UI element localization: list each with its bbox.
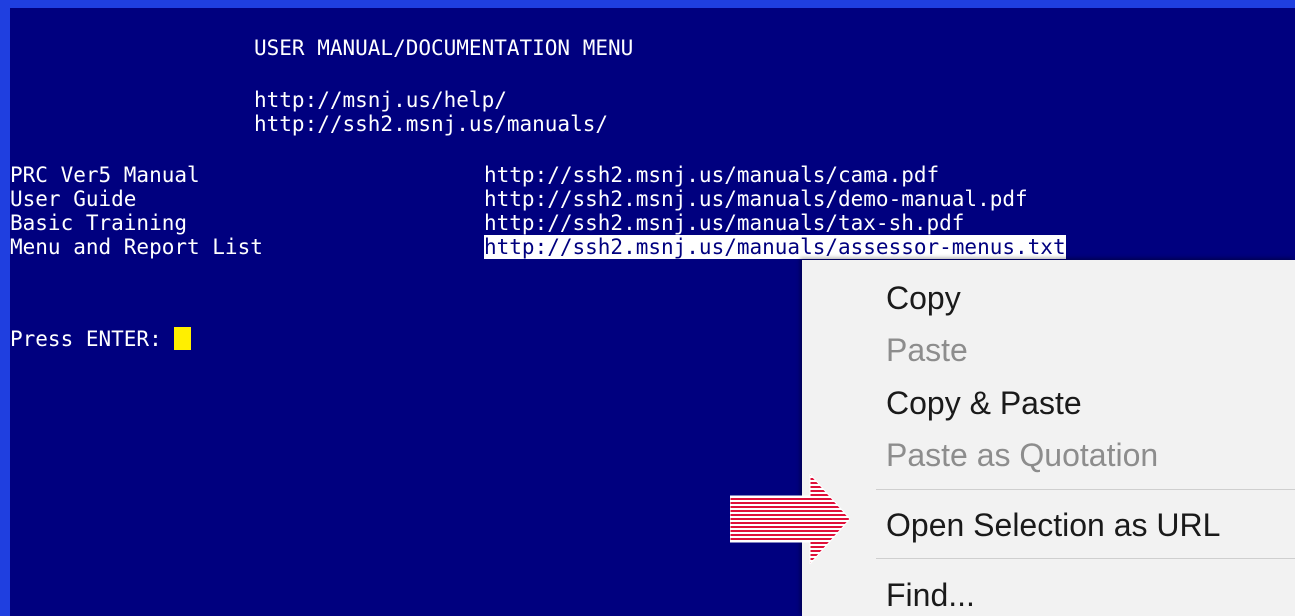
enter-prompt-label: Press ENTER: bbox=[10, 327, 175, 351]
menu-separator bbox=[876, 489, 1295, 490]
entry-url-basic-training: http://ssh2.msnj.us/manuals/tax-sh.pdf bbox=[484, 211, 965, 235]
menu-title: USER MANUAL/DOCUMENTATION MENU bbox=[254, 36, 634, 60]
entry-label-menu-report-list: Menu and Report List bbox=[10, 235, 263, 259]
text-cursor bbox=[174, 327, 192, 350]
entry-label-user-guide: User Guide bbox=[10, 187, 137, 211]
context-menu: Copy Paste Copy & Paste Paste as Quotati… bbox=[802, 260, 1295, 616]
selected-url-text[interactable]: http://ssh2.msnj.us/manuals/assessor-men… bbox=[484, 235, 1066, 259]
manuals-url: http://ssh2.msnj.us/manuals/ bbox=[254, 112, 609, 136]
menu-item-copy[interactable]: Copy bbox=[886, 278, 961, 318]
entry-label-basic-training: Basic Training bbox=[10, 211, 188, 235]
menu-item-paste: Paste bbox=[886, 332, 968, 368]
menu-item-paste-as-quotation: Paste as Quotation bbox=[886, 437, 1159, 473]
menu-item-copy-and-paste[interactable]: Copy & Paste bbox=[886, 383, 1082, 423]
entry-url-user-guide: http://ssh2.msnj.us/manuals/demo-manual.… bbox=[484, 187, 1028, 211]
menu-separator bbox=[876, 558, 1295, 559]
menu-item-open-selection-as-url[interactable]: Open Selection as URL bbox=[886, 505, 1220, 545]
menu-item-find[interactable]: Find... bbox=[886, 575, 975, 615]
entry-url-prc-manual: http://ssh2.msnj.us/manuals/cama.pdf bbox=[484, 163, 940, 187]
help-url: http://msnj.us/help/ bbox=[254, 88, 507, 112]
red-arrow-icon bbox=[730, 474, 850, 564]
entry-label-prc-manual: PRC Ver5 Manual bbox=[10, 163, 200, 187]
enter-prompt: Press ENTER: bbox=[10, 327, 192, 351]
